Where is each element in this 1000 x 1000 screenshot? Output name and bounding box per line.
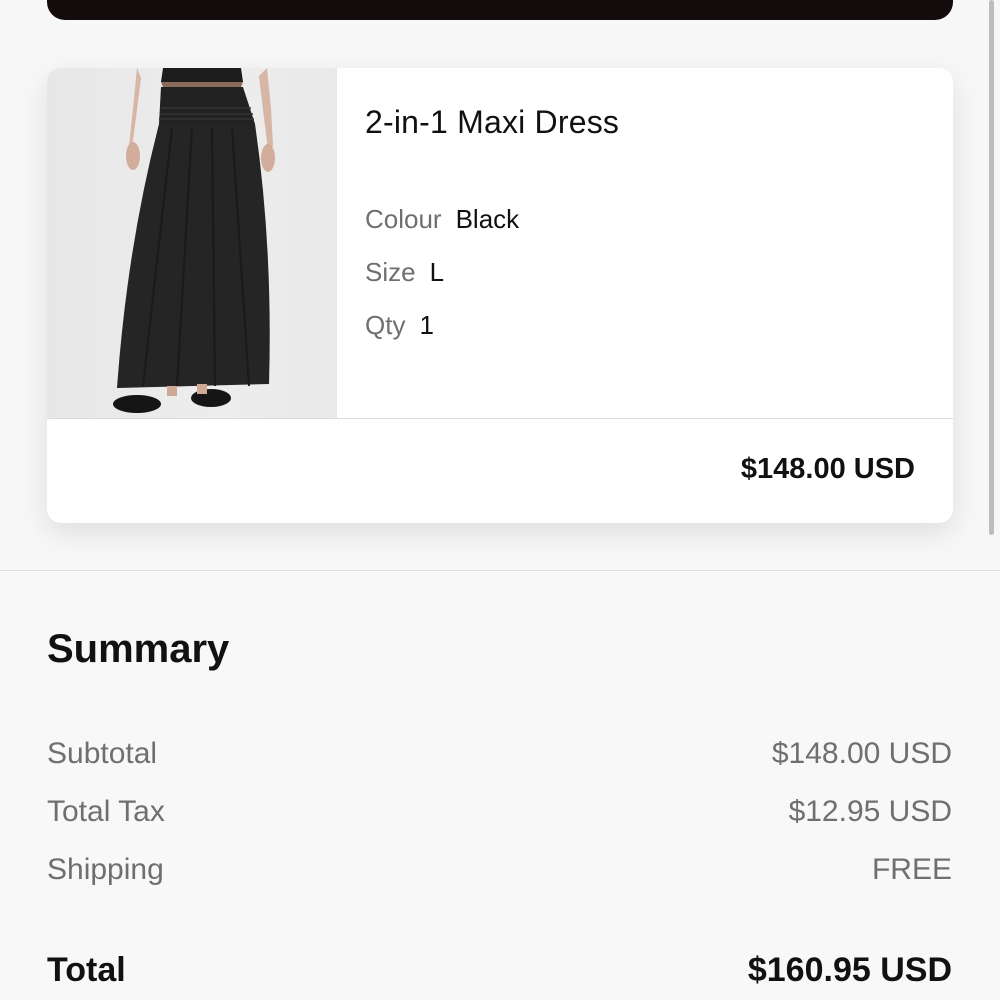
- tax-value: $12.95 USD: [788, 795, 952, 828]
- subtotal-label: Subtotal: [47, 737, 158, 770]
- size-value: L: [429, 257, 445, 287]
- card-divider: [47, 418, 953, 419]
- summary-title: Summary: [47, 627, 230, 671]
- product-info: 2-in-1 Maxi Dress Colour Black Size L Qty 1: [365, 68, 953, 418]
- product-size: Size L: [365, 257, 444, 288]
- shipping-label: Shipping: [47, 853, 164, 886]
- order-review-page: 2-in-1 Maxi Dress Colour Black Size L Qty 1…: [0, 0, 1000, 1000]
- order-summary: Summary Subtotal $148.00 USD Total Tax $…: [0, 571, 1000, 1000]
- shipping-value: FREE: [871, 853, 952, 886]
- subtotal-value: $148.00 USD: [771, 737, 952, 770]
- cart-section: 2-in-1 Maxi Dress Colour Black Size L Qty 1…: [0, 0, 1000, 570]
- checkout-button[interactable]: [47, 0, 953, 20]
- total-value: $160.95 USD: [747, 951, 952, 989]
- colour-value: Black: [455, 204, 520, 234]
- total-label: Total: [47, 951, 126, 989]
- cart-item-card: 2-in-1 Maxi Dress Colour Black Size L Qty 1…: [47, 68, 953, 523]
- size-label: Size: [365, 257, 416, 287]
- qty-label: Qty: [365, 310, 406, 340]
- product-colour: Colour Black: [365, 204, 519, 235]
- item-price: $148.00 USD: [740, 453, 915, 485]
- product-name[interactable]: 2-in-1 Maxi Dress: [365, 104, 619, 141]
- tax-label: Total Tax: [47, 795, 165, 828]
- dress-illustration: [113, 68, 275, 413]
- product-image[interactable]: [47, 68, 337, 418]
- product-quantity: Qty 1: [365, 310, 434, 341]
- colour-label: Colour: [365, 204, 442, 234]
- qty-value: 1: [419, 310, 434, 340]
- scrollbar[interactable]: [989, 0, 994, 535]
